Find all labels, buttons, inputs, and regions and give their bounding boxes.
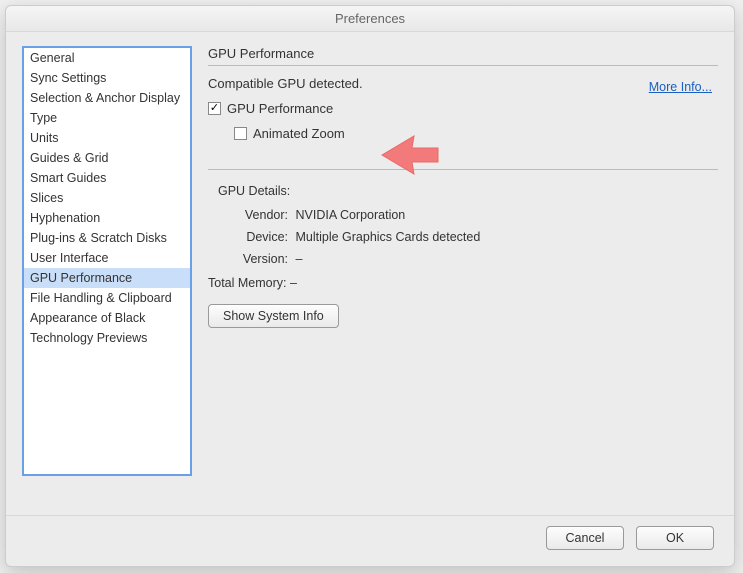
divider bbox=[208, 169, 718, 170]
gpu-details: GPU Details: Vendor: NVIDIA Corporation … bbox=[208, 184, 718, 328]
sidebar-item-label: Type bbox=[30, 111, 57, 125]
content-area: General Sync Settings Selection & Anchor D… bbox=[6, 32, 734, 515]
sidebar-item-hyphenation[interactable]: Hyphenation bbox=[24, 208, 190, 228]
sidebar-item-selection-anchor-display[interactable]: Selection & Anchor Display bbox=[24, 88, 190, 108]
sidebar-item-user-interface[interactable]: User Interface bbox=[24, 248, 190, 268]
total-memory-row: Total Memory: – bbox=[208, 276, 718, 290]
animated-zoom-label: Animated Zoom bbox=[253, 126, 345, 141]
animated-zoom-checkbox-row[interactable]: Animated Zoom bbox=[234, 126, 718, 141]
total-memory-label: Total Memory: bbox=[208, 276, 287, 290]
total-memory-value: – bbox=[290, 276, 297, 290]
device-label: Device: bbox=[228, 230, 288, 244]
preferences-window: Preferences General Sync Settings Selectio… bbox=[5, 5, 735, 567]
device-row: Device: Multiple Graphics Cards detected bbox=[228, 230, 718, 244]
device-value: Multiple Graphics Cards detected bbox=[295, 230, 480, 244]
sidebar-item-label: User Interface bbox=[30, 251, 109, 265]
sidebar-item-units[interactable]: Units bbox=[24, 128, 190, 148]
sidebar-item-type[interactable]: Type bbox=[24, 108, 190, 128]
title-bar: Preferences bbox=[6, 6, 734, 32]
sidebar-item-label: General bbox=[30, 51, 74, 65]
vendor-value: NVIDIA Corporation bbox=[295, 208, 405, 222]
sidebar-item-plug-ins-scratch-disks[interactable]: Plug-ins & Scratch Disks bbox=[24, 228, 190, 248]
compat-status-row: Compatible GPU detected. bbox=[208, 76, 718, 91]
sidebar-item-label: Sync Settings bbox=[30, 71, 106, 85]
sidebar-item-technology-previews[interactable]: Technology Previews bbox=[24, 328, 190, 348]
sidebar-item-sync-settings[interactable]: Sync Settings bbox=[24, 68, 190, 88]
sidebar-item-label: Units bbox=[30, 131, 58, 145]
sidebar-item-guides-grid[interactable]: Guides & Grid bbox=[24, 148, 190, 168]
gpu-details-title: GPU Details: bbox=[218, 184, 718, 198]
ok-button[interactable]: OK bbox=[636, 526, 714, 550]
show-system-info-button[interactable]: Show System Info bbox=[208, 304, 339, 328]
sidebar-item-gpu-performance[interactable]: GPU Performance bbox=[24, 268, 190, 288]
sidebar-item-label: Hyphenation bbox=[30, 211, 100, 225]
version-row: Version: – bbox=[228, 252, 718, 266]
compat-status-text: Compatible GPU detected. bbox=[208, 76, 363, 91]
sidebar-item-label: File Handling & Clipboard bbox=[30, 291, 172, 305]
vendor-label: Vendor: bbox=[228, 208, 288, 222]
cancel-button[interactable]: Cancel bbox=[546, 526, 624, 550]
gpu-performance-checkbox[interactable] bbox=[208, 102, 221, 115]
version-label: Version: bbox=[228, 252, 288, 266]
sidebar-item-label: Selection & Anchor Display bbox=[30, 91, 180, 105]
sidebar-item-label: Plug-ins & Scratch Disks bbox=[30, 231, 167, 245]
sidebar-item-general[interactable]: General bbox=[24, 48, 190, 68]
sidebar-item-label: Technology Previews bbox=[30, 331, 147, 345]
animated-zoom-checkbox[interactable] bbox=[234, 127, 247, 140]
dialog-footer: Cancel OK bbox=[6, 515, 734, 566]
sidebar-item-smart-guides[interactable]: Smart Guides bbox=[24, 168, 190, 188]
sidebar-item-label: Appearance of Black bbox=[30, 311, 145, 325]
sidebar-item-label: Slices bbox=[30, 191, 63, 205]
more-info-link[interactable]: More Info... bbox=[649, 80, 712, 94]
window-title: Preferences bbox=[335, 11, 405, 26]
gpu-performance-checkbox-row[interactable]: GPU Performance bbox=[208, 101, 718, 116]
vendor-row: Vendor: NVIDIA Corporation bbox=[228, 208, 718, 222]
sidebar-item-file-handling-clipboard[interactable]: File Handling & Clipboard bbox=[24, 288, 190, 308]
category-sidebar: General Sync Settings Selection & Anchor D… bbox=[22, 46, 192, 476]
sidebar-item-appearance-of-black[interactable]: Appearance of Black bbox=[24, 308, 190, 328]
sidebar-item-slices[interactable]: Slices bbox=[24, 188, 190, 208]
sidebar-item-label: Guides & Grid bbox=[30, 151, 109, 165]
version-value: – bbox=[295, 252, 302, 266]
main-panel: GPU Performance Compatible GPU detected.… bbox=[208, 46, 718, 507]
sidebar-item-label: Smart Guides bbox=[30, 171, 106, 185]
section-title: GPU Performance bbox=[208, 46, 718, 66]
gpu-performance-label: GPU Performance bbox=[227, 101, 333, 116]
sidebar-item-label: GPU Performance bbox=[30, 271, 132, 285]
